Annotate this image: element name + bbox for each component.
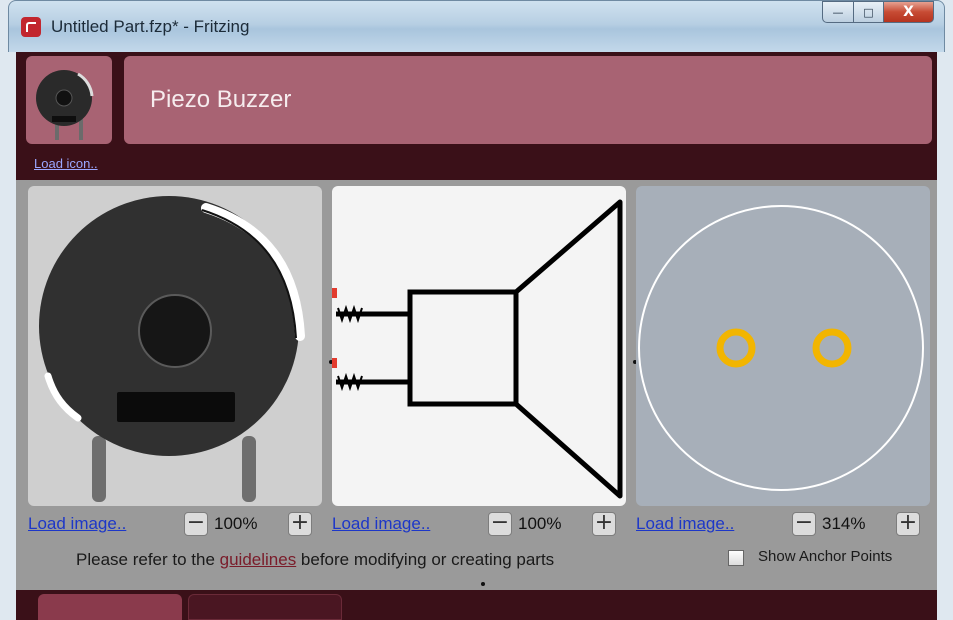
zoom-out-icon: − xyxy=(186,510,206,535)
pcb-controls: Load image.. − 314% + xyxy=(636,508,930,538)
minimize-icon: — xyxy=(832,5,844,19)
zoom-out-icon: − xyxy=(794,510,814,535)
maximize-button[interactable]: □ xyxy=(854,1,884,23)
close-button[interactable]: X xyxy=(884,1,934,23)
guidelines-prefix: Please refer to the xyxy=(76,550,220,569)
schematic-view[interactable] xyxy=(332,186,626,506)
minimize-button[interactable]: — xyxy=(822,1,854,23)
schematic-image xyxy=(332,199,623,499)
breadboard-image xyxy=(39,196,305,502)
bottom-tab-1[interactable] xyxy=(38,594,182,620)
part-header: Piezo Buzzer Load icon.. xyxy=(16,52,937,180)
guidelines-suffix: before modifying or creating parts xyxy=(296,550,555,569)
bottom-tab-bar xyxy=(16,590,937,620)
show-anchor-points-label[interactable]: Show Anchor Points xyxy=(758,548,892,565)
zoom-in-icon: + xyxy=(594,510,614,535)
show-anchor-points-checkbox[interactable] xyxy=(728,550,744,566)
window-controls: — □ X xyxy=(822,1,934,23)
splitter-handle[interactable] xyxy=(481,582,485,586)
part-icon-thumbnail[interactable] xyxy=(26,56,112,144)
zoom-value: 314% xyxy=(822,514,866,533)
zoom-out-button[interactable]: − xyxy=(488,512,512,536)
part-name: Piezo Buzzer xyxy=(150,86,292,113)
guidelines-text: Please refer to the guidelines before mo… xyxy=(76,550,554,570)
load-image-link[interactable]: Load image.. xyxy=(28,514,126,534)
breadboard-controls: Load image.. − 100% + xyxy=(28,508,322,538)
zoom-in-button[interactable]: + xyxy=(288,512,312,536)
zoom-out-button[interactable]: − xyxy=(792,512,816,536)
zoom-out-button[interactable]: − xyxy=(184,512,208,536)
zoom-value: 100% xyxy=(214,514,258,533)
app-icon xyxy=(21,17,41,37)
zoom-in-icon: + xyxy=(898,510,918,535)
piezo-thumbnail-icon xyxy=(36,70,94,140)
close-icon: X xyxy=(903,4,914,20)
guidelines-link[interactable]: guidelines xyxy=(220,550,297,569)
window-title: Untitled Part.fzp* - Fritzing xyxy=(51,17,250,36)
load-image-link[interactable]: Load image.. xyxy=(332,514,430,534)
load-image-link[interactable]: Load image.. xyxy=(636,514,734,534)
zoom-out-icon: − xyxy=(490,510,510,535)
pcb-view[interactable] xyxy=(636,186,930,506)
breadboard-view[interactable] xyxy=(28,186,322,506)
zoom-value: 100% xyxy=(518,514,562,533)
part-name-box[interactable]: Piezo Buzzer xyxy=(124,56,932,144)
schematic-controls: Load image.. − 100% + xyxy=(332,508,626,538)
zoom-in-button[interactable]: + xyxy=(896,512,920,536)
bottom-tab-2[interactable] xyxy=(188,594,342,620)
title-bar[interactable]: Untitled Part.fzp* - Fritzing — □ X xyxy=(8,0,945,52)
zoom-in-button[interactable]: + xyxy=(592,512,616,536)
maximize-icon: □ xyxy=(863,5,874,19)
load-icon-link[interactable]: Load icon.. xyxy=(34,156,98,171)
footer-bar: Please refer to the guidelines before mo… xyxy=(16,540,937,580)
pcb-image xyxy=(638,205,924,491)
part-editor: Piezo Buzzer Load icon.. Load image.. − … xyxy=(16,52,937,620)
views-area: Load image.. − 100% + Load image.. − 100… xyxy=(16,180,937,620)
app-window: Untitled Part.fzp* - Fritzing — □ X Piez… xyxy=(8,0,945,620)
zoom-in-icon: + xyxy=(290,510,310,535)
